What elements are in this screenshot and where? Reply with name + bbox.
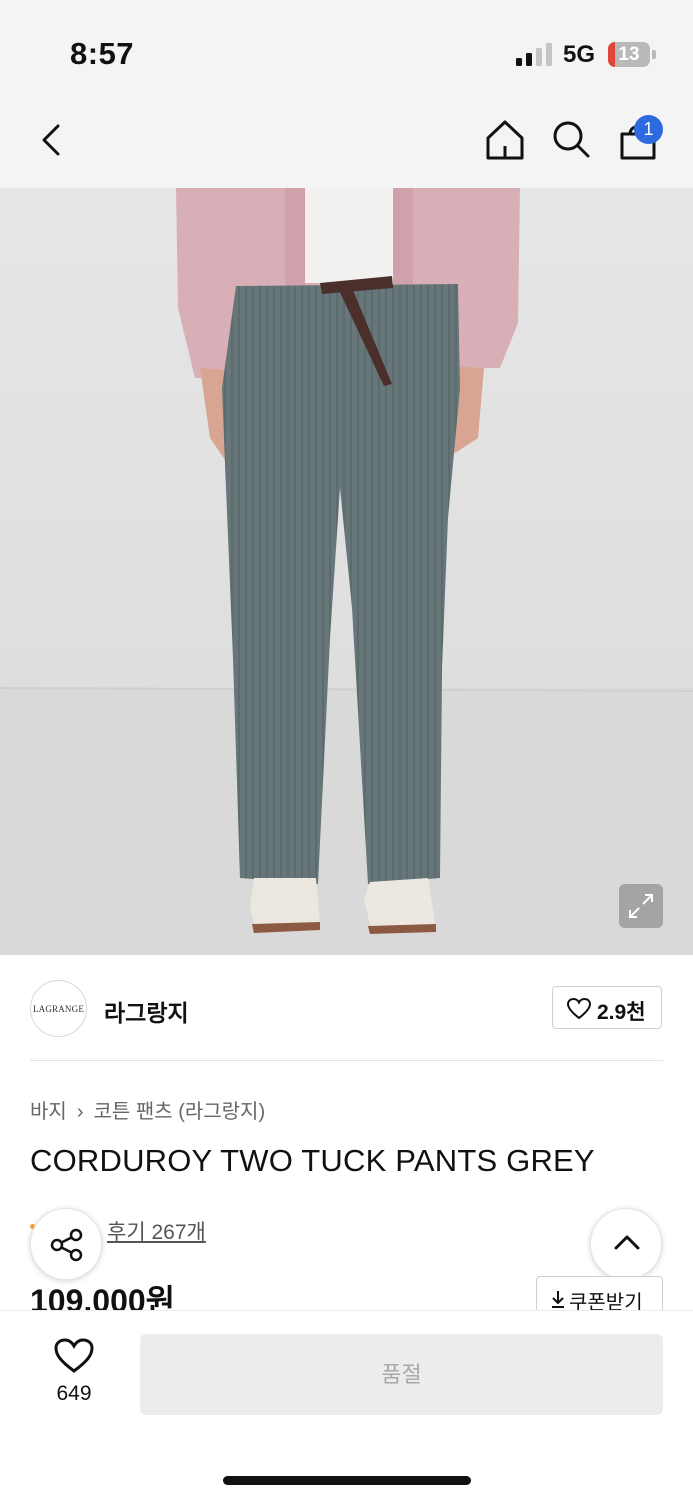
product-photo <box>0 188 693 955</box>
breadcrumb-category[interactable]: 바지 <box>30 1101 67 1123</box>
wishlist-button[interactable] <box>52 1336 96 1376</box>
brand-logo[interactable]: LAGRANGE <box>30 980 87 1037</box>
review-link[interactable]: 후기 267개 <box>107 1216 206 1246</box>
chevron-up-icon <box>614 1235 640 1250</box>
network-label: 5G <box>563 41 596 68</box>
heart-icon <box>54 1338 94 1373</box>
breadcrumb-subcategory[interactable]: 코튼 팬츠 (라그랑지) <box>93 1101 265 1123</box>
home-icon[interactable] <box>484 118 526 162</box>
brand-like-button[interactable]: 2.9천 <box>552 986 662 1029</box>
product-image[interactable] <box>0 188 693 955</box>
product-title: CORDUROY TWO TUCK PANTS GREY <box>30 1143 595 1178</box>
signal-icon <box>516 43 554 66</box>
chevron-right-icon: › <box>76 1101 84 1123</box>
wishlist-count: 649 <box>56 1382 92 1405</box>
divider <box>30 1060 663 1061</box>
brand-like-count: 2.9천 <box>597 1001 646 1024</box>
share-icon <box>50 1228 83 1262</box>
home-indicator <box>223 1476 471 1485</box>
scroll-to-top-button[interactable] <box>590 1208 662 1280</box>
search-icon[interactable] <box>550 118 592 162</box>
sold-out-button[interactable]: 품절 <box>140 1334 663 1415</box>
heart-icon <box>566 997 592 1020</box>
status-time: 8:57 <box>70 36 135 71</box>
cart-count-badge: 1 <box>634 115 663 144</box>
back-arrow-icon[interactable] <box>36 120 68 160</box>
share-button[interactable] <box>30 1208 102 1280</box>
download-icon <box>552 1291 564 1308</box>
battery-tip <box>652 50 656 59</box>
expand-image-button[interactable] <box>619 884 663 928</box>
battery-percent: 13 <box>618 44 640 65</box>
breadcrumb: 바지 › 코튼 팬츠 (라그랑지) <box>30 1095 265 1124</box>
brand-name[interactable]: 라그랑지 <box>104 994 189 1028</box>
expand-icon <box>629 894 653 918</box>
